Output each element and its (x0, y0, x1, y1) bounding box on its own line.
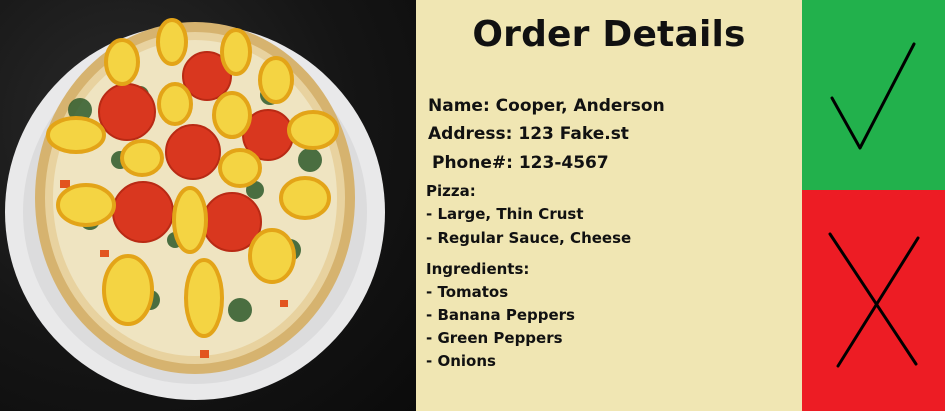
accept-order-button[interactable] (802, 0, 945, 190)
order-details-panel: Order Details Name: Cooper, Anderson Add… (416, 0, 802, 411)
checkmark-icon (830, 42, 916, 150)
ingredient-item: - Tomatos (426, 283, 509, 301)
pizza-item: - Large, Thin Crust (426, 205, 584, 223)
x-icon (828, 232, 920, 368)
pizza-photo (0, 0, 416, 411)
pizza-illustration (5, 18, 385, 400)
order-screen: Order Details Name: Cooper, Anderson Add… (0, 0, 945, 411)
pizza-header: Pizza: (426, 182, 476, 200)
pizza-item: - Regular Sauce, Cheese (426, 229, 632, 247)
ingredient-item: - Banana Peppers (426, 306, 575, 324)
ingredients-header: Ingredients: (426, 260, 530, 278)
customer-phone: Phone#: 123-4567 (432, 153, 609, 173)
order-title: Order Details (472, 14, 746, 55)
ingredient-item: - Onions (426, 352, 496, 370)
customer-name: Name: Cooper, Anderson (428, 96, 665, 116)
reject-order-button[interactable] (802, 190, 945, 411)
customer-address: Address: 123 Fake.st (428, 124, 629, 144)
ingredient-item: - Green Peppers (426, 329, 563, 347)
